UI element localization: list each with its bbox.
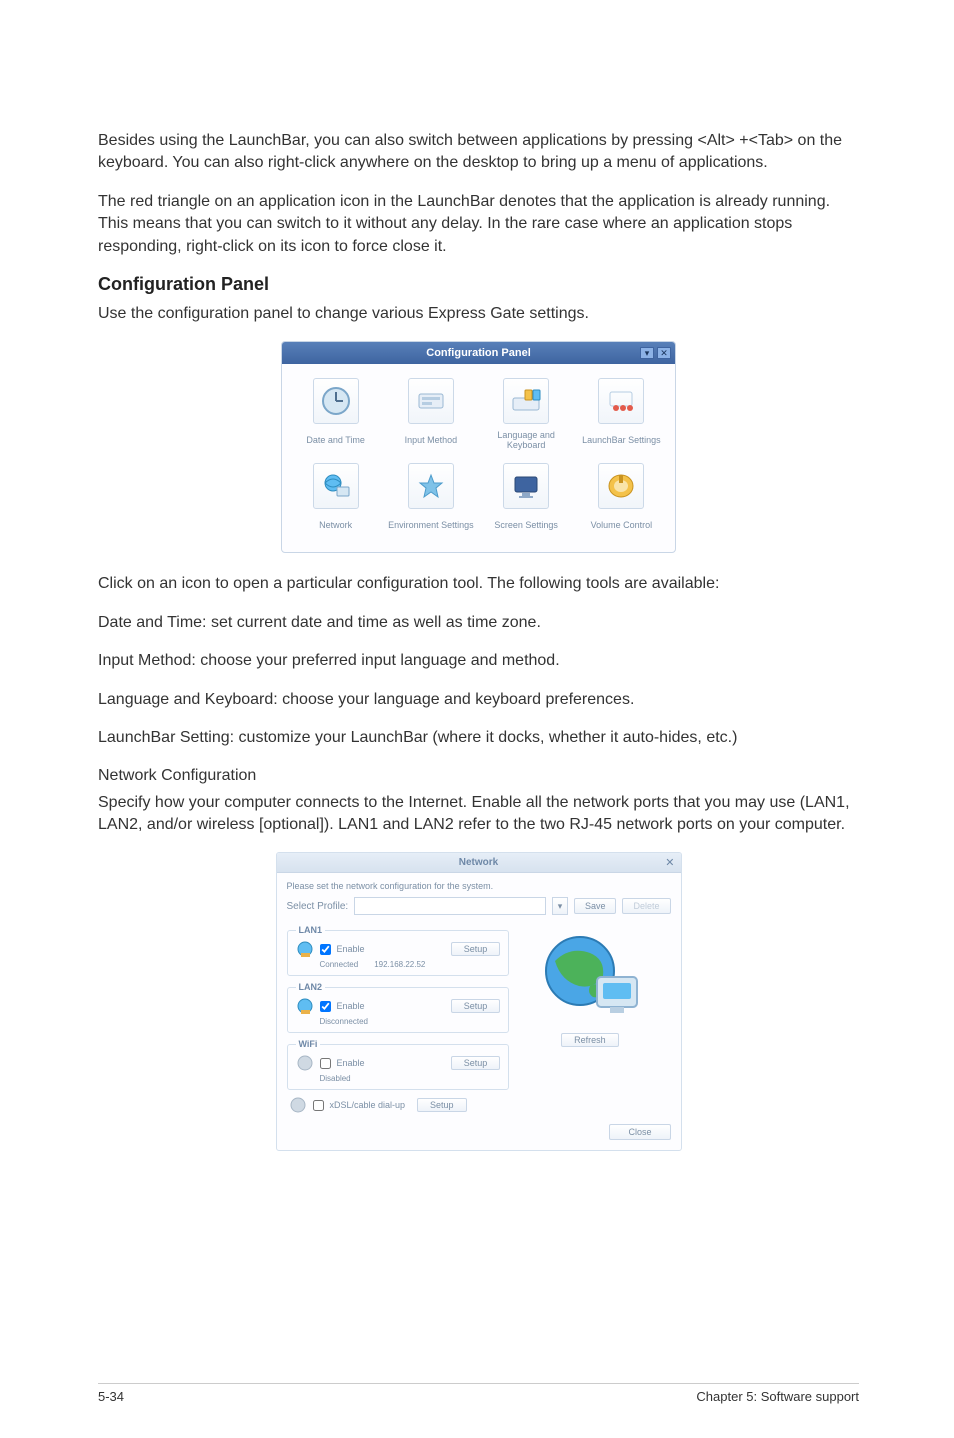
- dialup-setup-button[interactable]: Setup: [417, 1098, 467, 1112]
- paragraph: LaunchBar Setting: customize your Launch…: [98, 727, 859, 749]
- wifi-setup-button[interactable]: Setup: [451, 1056, 501, 1070]
- environment-settings-icon: [408, 463, 454, 509]
- lan2-setup-button[interactable]: Setup: [451, 999, 501, 1013]
- launchbar-settings-icon: [598, 378, 644, 424]
- save-button[interactable]: Save: [574, 898, 617, 914]
- paragraph: Input Method: choose your preferred inpu…: [98, 650, 859, 672]
- paragraph: Date and Time: set current date and time…: [98, 612, 859, 634]
- globe-icon: [296, 997, 314, 1015]
- config-item-label: Network: [319, 514, 352, 536]
- config-item-input-method[interactable]: Input Method: [383, 372, 478, 457]
- window-titlebar: Network ✕: [277, 853, 681, 873]
- config-item-label: Environment Settings: [388, 514, 474, 536]
- config-item-label: Volume Control: [591, 514, 653, 536]
- volume-control-icon: [598, 463, 644, 509]
- lan1-ip: 192.168.22.52: [374, 960, 425, 969]
- chapter-label: Chapter 5: Software support: [696, 1389, 859, 1404]
- close-icon[interactable]: ✕: [665, 856, 674, 869]
- network-icon: [313, 463, 359, 509]
- window-title: Configuration Panel: [426, 347, 531, 359]
- dialup-label: xDSL/cable dial-up: [330, 1100, 406, 1110]
- clock-icon: [313, 378, 359, 424]
- configuration-panel-figure: Configuration Panel ▾ ✕ Date and Time: [98, 341, 859, 553]
- paragraph: Click on an icon to open a particular co…: [98, 573, 859, 595]
- window-controls: ▾ ✕: [640, 347, 671, 359]
- network-window: Network ✕ Please set the network configu…: [276, 852, 682, 1151]
- wifi-legend: WiFi: [296, 1039, 321, 1049]
- globe-icon: [296, 940, 314, 958]
- wifi-status: Disabled: [320, 1074, 351, 1083]
- paragraph: Use the configuration panel to change va…: [98, 303, 859, 325]
- refresh-button[interactable]: Refresh: [561, 1033, 619, 1047]
- lan2-group: LAN2 Enable Setup Disconnected: [287, 982, 510, 1033]
- window-titlebar: Configuration Panel ▾ ✕: [282, 342, 675, 364]
- paragraph: Language and Keyboard: choose your langu…: [98, 689, 859, 711]
- minimize-button[interactable]: ▾: [640, 347, 654, 359]
- profile-dropdown-button[interactable]: ▾: [552, 897, 568, 915]
- lan2-legend: LAN2: [296, 982, 326, 992]
- lan2-enable-checkbox[interactable]: [320, 1001, 331, 1012]
- config-item-label: LaunchBar Settings: [582, 429, 661, 451]
- config-item-date-time[interactable]: Date and Time: [288, 372, 383, 457]
- config-item-label: Date and Time: [306, 429, 365, 451]
- lan1-enable-checkbox[interactable]: [320, 944, 331, 955]
- paragraph: Besides using the LaunchBar, you can als…: [98, 130, 859, 175]
- dialup-checkbox[interactable]: [313, 1100, 324, 1111]
- page-number: 5-34: [98, 1389, 124, 1404]
- lan1-status: Connected: [320, 960, 359, 969]
- lan1-legend: LAN1: [296, 925, 326, 935]
- helper-text: Please set the network configuration for…: [287, 881, 671, 891]
- config-item-label: Language and Keyboard: [481, 429, 572, 451]
- close-button[interactable]: Close: [609, 1124, 670, 1140]
- globe-illustration: [535, 931, 645, 1021]
- config-item-network[interactable]: Network: [288, 457, 383, 542]
- config-item-label: Screen Settings: [494, 514, 558, 536]
- configuration-panel-window: Configuration Panel ▾ ✕ Date and Time: [281, 341, 676, 553]
- page-footer: 5-34 Chapter 5: Software support: [98, 1389, 859, 1404]
- lan2-status: Disconnected: [320, 1017, 368, 1026]
- lan1-setup-button[interactable]: Setup: [451, 942, 501, 956]
- wifi-enable-checkbox[interactable]: [320, 1058, 331, 1069]
- network-dialog-figure: Network ✕ Please set the network configu…: [98, 852, 859, 1151]
- wifi-enable-label: Enable: [337, 1058, 365, 1068]
- config-item-launchbar-settings[interactable]: LaunchBar Settings: [574, 372, 669, 457]
- paragraph: Specify how your computer connects to th…: [98, 792, 859, 837]
- footer-divider: [98, 1383, 859, 1384]
- close-button[interactable]: ✕: [657, 347, 671, 359]
- lan1-enable-label: Enable: [337, 944, 365, 954]
- delete-button[interactable]: Delete: [622, 898, 670, 914]
- config-item-screen-settings[interactable]: Screen Settings: [479, 457, 574, 542]
- wifi-group: WiFi Enable Setup Disabled: [287, 1039, 510, 1090]
- profile-input[interactable]: [354, 897, 546, 915]
- config-item-label: Input Method: [405, 429, 458, 451]
- subheading: Network Configuration: [98, 765, 859, 787]
- profile-label: Select Profile:: [287, 901, 349, 912]
- language-keyboard-icon: [503, 378, 549, 424]
- input-method-icon: [408, 378, 454, 424]
- section-heading: Configuration Panel: [98, 274, 859, 295]
- dialup-row: xDSL/cable dial-up Setup: [287, 1096, 510, 1114]
- window-title: Network: [459, 857, 498, 868]
- screen-settings-icon: [503, 463, 549, 509]
- config-item-language-keyboard[interactable]: Language and Keyboard: [479, 372, 574, 457]
- lan2-enable-label: Enable: [337, 1001, 365, 1011]
- globe-icon: [296, 1054, 314, 1072]
- globe-icon: [289, 1096, 307, 1114]
- lan1-group: LAN1 Enable Setup Connected 192.168.22.5…: [287, 925, 510, 976]
- config-item-volume-control[interactable]: Volume Control: [574, 457, 669, 542]
- paragraph: The red triangle on an application icon …: [98, 191, 859, 258]
- config-item-environment-settings[interactable]: Environment Settings: [383, 457, 478, 542]
